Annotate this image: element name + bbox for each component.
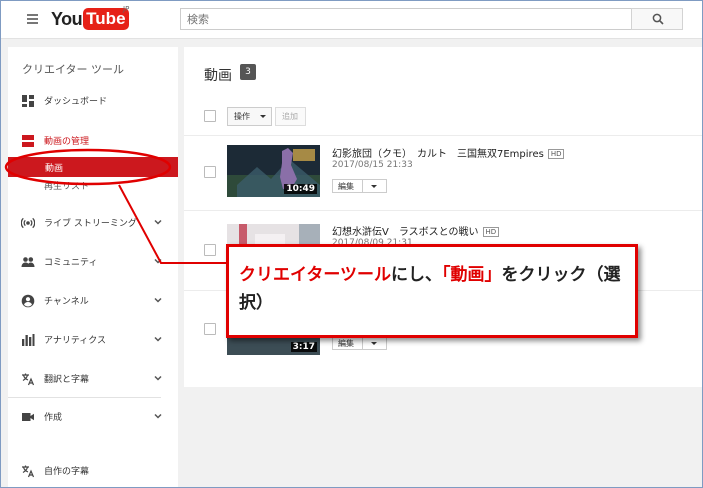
- row-divider: [184, 210, 702, 211]
- sidebar-item-label: チャンネル: [44, 297, 89, 307]
- video-title-text: 幻影旅団（クモ） カルト 三国無双7Empires: [332, 149, 544, 160]
- community-icon: [21, 257, 35, 267]
- row-checkbox[interactable]: [204, 166, 216, 178]
- button-separator: [362, 180, 363, 192]
- sidebar-item-analytics[interactable]: アナリティクス: [8, 330, 178, 350]
- row-checkbox[interactable]: [204, 323, 216, 335]
- channel-account-icon: [21, 294, 35, 308]
- row-divider: [184, 135, 702, 136]
- sidebar: クリエイター ツール ダッシュボード 動画の管理 ライブ ストリーミング コミュ…: [8, 47, 178, 487]
- chevron-down-icon[interactable]: [153, 256, 163, 266]
- video-duration: 3:17: [290, 342, 317, 352]
- sidebar-item-label: ライブ ストリーミング: [44, 219, 137, 229]
- chevron-down-icon[interactable]: [153, 373, 163, 383]
- video-title[interactable]: 幻想水滸伝V ラスボスとの戦い HD: [332, 223, 500, 238]
- sidebar-item-videos[interactable]: 動画: [8, 157, 178, 177]
- video-duration: 10:49: [284, 184, 317, 194]
- video-count-badge: 3: [240, 64, 256, 80]
- screenshot-frame: You Tube JP クリエイター ツール ダッシュボード 動画の管理: [0, 0, 703, 488]
- add-to-button[interactable]: 追加: [275, 107, 306, 126]
- analytics-bar-icon: [22, 334, 35, 346]
- chevron-down-icon[interactable]: [153, 334, 163, 344]
- video-title[interactable]: 幻影旅団（クモ） カルト 三国無双7Empires HD: [332, 145, 565, 160]
- button-separator: [362, 337, 363, 349]
- chevron-down-icon[interactable]: [153, 411, 163, 421]
- callout-text-creator-tools: クリエイターツール: [239, 265, 391, 285]
- sidebar-item-label: コミュニティ: [44, 258, 98, 268]
- callout-text-connector: にし、: [390, 265, 442, 285]
- sidebar-item-dashboard[interactable]: ダッシュボード: [8, 91, 178, 111]
- sidebar-item-community[interactable]: コミュニティ: [8, 252, 178, 272]
- sidebar-title: クリエイター ツール: [22, 63, 125, 76]
- sidebar-item-create[interactable]: 作成: [8, 407, 178, 427]
- hd-badge: HD: [482, 227, 500, 237]
- logo-text-you: You: [51, 8, 83, 29]
- chevron-down-icon[interactable]: [153, 295, 163, 305]
- actions-dropdown-button[interactable]: 操作: [227, 107, 272, 126]
- caret-down-icon: [260, 115, 266, 118]
- sidebar-item-live-streaming[interactable]: ライブ ストリーミング: [8, 213, 178, 233]
- sidebar-item-label: アナリティクス: [44, 336, 107, 346]
- select-all-checkbox[interactable]: [204, 110, 216, 122]
- video-camera-icon: [22, 413, 34, 421]
- sidebar-item-channel[interactable]: チャンネル: [8, 291, 178, 311]
- youtube-logo[interactable]: You Tube JP: [51, 5, 130, 31]
- edit-label: 編集: [338, 182, 354, 191]
- logo-region-code: JP: [123, 5, 130, 13]
- sidebar-item-label: 翻訳と字幕: [44, 375, 90, 385]
- row-checkbox[interactable]: [204, 244, 216, 256]
- caret-down-icon[interactable]: [371, 185, 377, 188]
- sidebar-item-playlists[interactable]: 再生リスト: [44, 179, 89, 192]
- translate-icon: [22, 373, 35, 386]
- live-streaming-icon: [21, 217, 35, 229]
- video-thumbnail[interactable]: 10:49: [227, 145, 320, 197]
- hd-badge: HD: [547, 149, 565, 159]
- sidebar-divider: [8, 397, 161, 398]
- search-button[interactable]: [631, 8, 683, 30]
- sidebar-item-label: ダッシュボード: [44, 97, 108, 107]
- callout-text-videos: 「動画」: [441, 265, 502, 285]
- page-title: 動画: [204, 68, 232, 84]
- sidebar-item-manage-videos[interactable]: 動画の管理: [8, 131, 178, 151]
- search-input[interactable]: [180, 8, 632, 30]
- edit-button[interactable]: 編集: [332, 336, 387, 350]
- chevron-down-icon[interactable]: [153, 217, 163, 227]
- instruction-callout: クリエイターツールにし、「動画」をクリック（選択）: [226, 244, 638, 338]
- sidebar-item-label: 動画の管理: [44, 137, 90, 147]
- sidebar-item-label: 自作の字幕: [44, 467, 90, 477]
- sidebar-item-label: 作成: [44, 413, 63, 423]
- sidebar-item-label: 動画: [45, 164, 64, 174]
- search-icon: [652, 13, 664, 25]
- caret-down-icon[interactable]: [371, 342, 377, 345]
- translate-icon: [22, 465, 35, 478]
- sidebar-item-your-subtitles[interactable]: 自作の字幕: [8, 461, 178, 481]
- edit-button[interactable]: 編集: [332, 179, 387, 193]
- video-manager-icon: [22, 135, 34, 147]
- edit-label: 編集: [338, 339, 354, 348]
- dashboard-icon: [22, 95, 34, 107]
- masthead: You Tube JP: [1, 1, 702, 39]
- video-date: 2017/08/15 21:33: [332, 160, 413, 170]
- video-title-text: 幻想水滸伝V ラスボスとの戦い: [332, 227, 479, 238]
- logo-text-tube: Tube: [83, 8, 129, 30]
- sidebar-item-translations[interactable]: 翻訳と字幕: [8, 369, 178, 389]
- menu-icon[interactable]: [27, 14, 38, 24]
- actions-label: 操作: [234, 112, 250, 121]
